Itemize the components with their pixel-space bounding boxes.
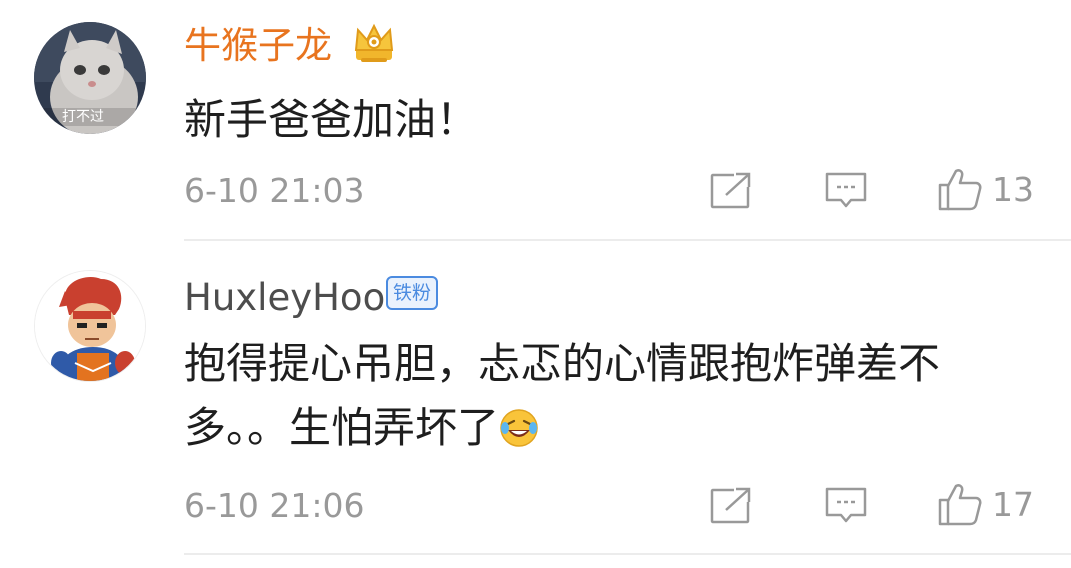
share-button[interactable]	[710, 482, 754, 530]
comment-text-content: 抱得提心吊胆，忐忑的心情跟抱炸弹差不多。。生怕弄坏了	[184, 339, 941, 452]
reply-button[interactable]	[824, 167, 868, 215]
laugh-cry-emoji	[500, 409, 538, 447]
username[interactable]: 牛猴子龙	[184, 24, 332, 68]
fan-badge: 铁粉	[386, 276, 438, 310]
thumbs-up-icon	[938, 169, 982, 211]
username[interactable]: HuxleyHoo	[184, 276, 385, 320]
avatar-watermark: 打不过	[62, 109, 104, 125]
share-button[interactable]	[710, 167, 754, 215]
thumbs-up-icon	[938, 484, 982, 526]
like-count: 17	[992, 484, 1034, 524]
like-button[interactable]: 13	[936, 165, 1034, 213]
comment-item: 打不过 牛猴子龙 新手爸爸加油！ 6-10 21:03 13	[0, 0, 1071, 240]
comment-time: 6-10 21:03	[184, 171, 365, 210]
cartoon-avatar-image	[35, 271, 145, 381]
avatar[interactable]	[34, 270, 146, 382]
comment-time: 6-10 21:06	[184, 486, 365, 525]
comment-icon	[825, 487, 867, 523]
crown-badge-icon	[352, 20, 396, 70]
comment-icon	[825, 172, 867, 208]
like-button[interactable]: 17	[936, 480, 1034, 528]
reply-button[interactable]	[824, 482, 868, 530]
avatar[interactable]: 打不过	[34, 22, 146, 134]
share-icon	[710, 486, 754, 524]
username-text: HuxleyHoo	[184, 276, 386, 319]
comment-text: 新手爸爸加油！	[184, 95, 479, 144]
comment-text: 抱得提心吊胆，忐忑的心情跟抱炸弹差不多。。生怕弄坏了	[184, 332, 1024, 460]
divider	[184, 553, 1071, 555]
username-text: 牛猴子龙	[184, 24, 332, 67]
like-count: 13	[992, 169, 1034, 209]
fan-badge-label: 铁粉	[392, 282, 431, 304]
share-icon	[710, 171, 754, 209]
comment-item: HuxleyHoo 铁粉 抱得提心吊胆，忐忑的心情跟抱炸弹差不多。。生怕弄坏了 …	[0, 240, 1071, 568]
